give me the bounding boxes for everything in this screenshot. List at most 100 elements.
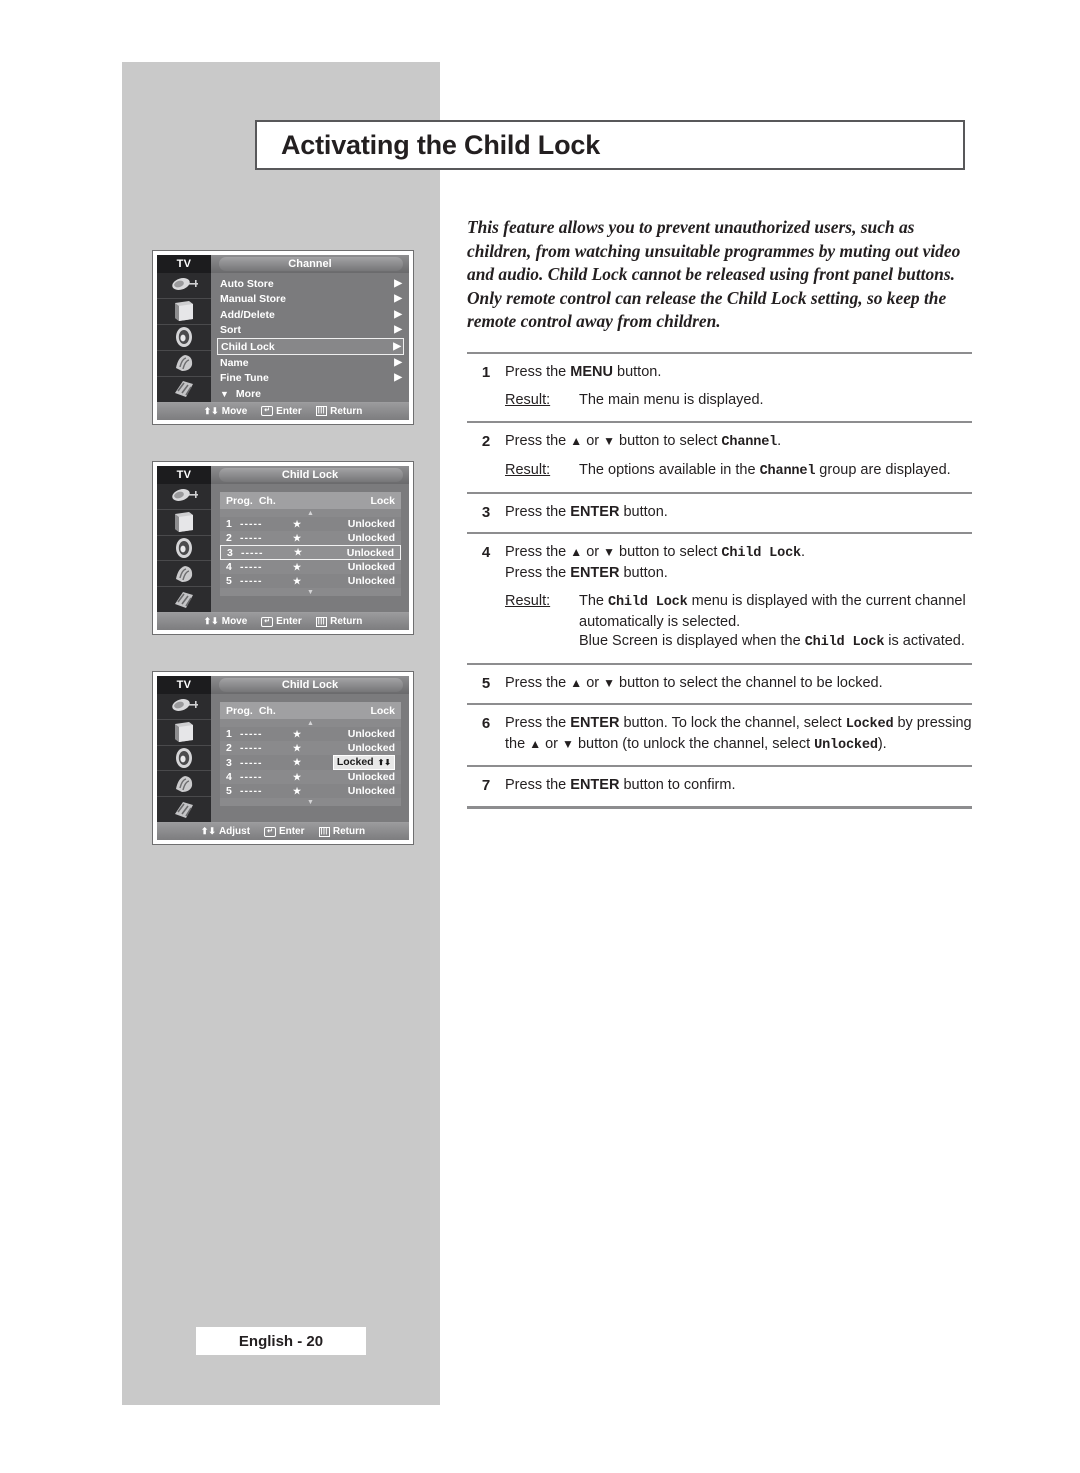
cell-lock: Unlocked [347, 742, 395, 754]
scroll-down-indicator[interactable]: ▼ [220, 588, 401, 596]
star-icon: ★ [293, 547, 303, 557]
cell-ch: ----- [240, 785, 263, 797]
menu-item-add-delete[interactable]: Add/Delete ▶ [217, 307, 404, 323]
lock-value-label: Locked [336, 756, 374, 768]
scroll-down-indicator[interactable]: ▼ [220, 798, 401, 806]
star-icon: ★ [292, 518, 302, 529]
step-line: Press the ENTER button to confirm. [505, 777, 736, 793]
lock-value-chip[interactable]: Locked ⬆⬇ [332, 755, 395, 770]
cell-lock: Unlocked [347, 771, 395, 783]
osd-sidebar [157, 694, 211, 822]
cell-lock: Unlocked [347, 785, 395, 797]
star-icon: ★ [292, 742, 302, 753]
return-key-icon: ||| [315, 406, 328, 416]
osd-body: Prog. Ch. Lock ▲ 1 ----- ★ Unlocked 2 --… [157, 484, 409, 612]
result-text: The Child Lock menu is displayed with th… [579, 593, 966, 650]
menu-item-label: Auto Store [220, 277, 274, 290]
result-label: Result: [505, 462, 551, 478]
menu-item-manual-store[interactable]: Manual Store ▶ [217, 292, 404, 308]
cell-ch: ----- [240, 771, 263, 783]
osd-panel-child-lock-list: TV Child Lock Prog. Ch. Lock ▲ 1 ----- ★… [152, 461, 414, 635]
osd-footer: ⬆⬇ Move ↵ Enter ||| Return [157, 612, 409, 630]
cell-prog: 5 [226, 575, 232, 587]
page-footer-box: English - 20 [196, 1327, 366, 1355]
footer-adjust: ⬆⬇ Adjust [201, 826, 250, 837]
cell-lock: Unlocked [346, 546, 394, 559]
osd-panel-child-lock-locked: TV Child Lock Prog. Ch. Lock ▲ 1 ----- ★… [152, 671, 414, 845]
step-3: 3 Press the ENTER button. [467, 494, 972, 533]
child-lock-table: Prog. Ch. Lock ▲ 1 ----- ★ Unlocked 2 --… [220, 492, 401, 596]
cell-lock: Unlocked [347, 561, 395, 573]
menu-item-fine-tune[interactable]: Fine Tune ▶ [217, 371, 404, 387]
osd-panel-title: Child Lock [281, 469, 339, 481]
cell-prog: 4 [226, 561, 232, 573]
step-2: 2 Press the ▲ or ▼ button to select Chan… [467, 423, 972, 492]
step-number: 1 [481, 363, 491, 381]
result-row: Result: The Child Lock menu is displayed… [505, 592, 972, 653]
osd-footer: ⬆⬇ Adjust ↵ Enter ||| Return [157, 822, 409, 840]
scroll-up-indicator[interactable]: ▲ [220, 509, 401, 517]
step-body: Press the ENTER button. To lock the chan… [505, 714, 972, 755]
table-row[interactable]: 5 ----- ★ Unlocked [220, 784, 401, 798]
table-row[interactable]: 2 ----- ★ Unlocked [220, 741, 401, 755]
table-row[interactable]: 5 ----- ★ Unlocked [220, 574, 401, 588]
cell-ch: ----- [240, 575, 263, 587]
down-arrow-icon: ▼ [562, 736, 574, 751]
osd-panel-channel-menu: TV Channel Auto Store ▶ Manual Store ▶ A… [152, 250, 414, 425]
osd-panel-title: Child Lock [281, 679, 339, 691]
step-line: Press the ▲ or ▼ button to select Child … [505, 544, 806, 561]
table-row[interactable]: 4 ----- ★ Unlocked [220, 770, 401, 784]
cell-lock: Unlocked [347, 728, 395, 740]
enter-key-icon: ↵ [261, 616, 274, 627]
scroll-up-indicator[interactable]: ▲ [220, 719, 401, 727]
osd-title-area: Child Lock [211, 466, 409, 484]
footer-move-label: Move [221, 616, 248, 627]
cell-ch: ----- [240, 756, 263, 769]
divider-bottom [467, 805, 972, 809]
cell-ch: ----- [240, 561, 263, 573]
step-line: Press the ▲ or ▼ button to select the ch… [505, 674, 883, 691]
up-down-arrows-icon: ⬆⬇ [203, 616, 219, 626]
star-icon: ★ [292, 575, 302, 586]
osd-inner: TV Channel Auto Store ▶ Manual Store ▶ A… [157, 255, 409, 420]
menu-item-more[interactable]: ▼ More [217, 386, 404, 402]
down-arrow-icon: ▼ [603, 545, 616, 559]
cell-ch: ----- [240, 518, 263, 530]
chevron-down-icon: ▼ [220, 388, 229, 399]
cell-prog: 1 [226, 728, 232, 740]
feature-icon [157, 351, 211, 377]
result-row: Result: The options available in the Cha… [505, 461, 972, 482]
cell-lock-editor[interactable]: Locked ⬆⬇ [332, 755, 395, 770]
menu-item-name[interactable]: Name ▶ [217, 355, 404, 371]
step-7: 7 Press the ENTER button to confirm. [467, 767, 972, 806]
step-body: Press the ▲ or ▼ button to select the ch… [505, 674, 972, 694]
cell-lock: Unlocked [347, 532, 395, 544]
menu-item-sort[interactable]: Sort ▶ [217, 323, 404, 339]
menu-item-auto-store[interactable]: Auto Store ▶ [217, 276, 404, 292]
setup-icon [157, 797, 211, 822]
osd-sidebar [157, 273, 211, 402]
footer-return-label: Return [330, 616, 363, 627]
menu-item-label: Child Lock [221, 340, 275, 353]
footer-enter-label: Enter [278, 826, 305, 837]
table-row[interactable]: 1 ----- ★ Unlocked [220, 517, 401, 531]
instructions-column: This feature allows you to prevent unaut… [467, 216, 972, 809]
cell-prog: 3 [227, 546, 233, 559]
star-icon: ★ [292, 561, 302, 572]
table-row-selected[interactable]: 3 ----- ★ Unlocked [220, 545, 401, 560]
menu-item-child-lock[interactable]: Child Lock ▶ [217, 338, 404, 355]
table-row[interactable]: 4 ----- ★ Unlocked [220, 560, 401, 574]
down-arrow-icon: ▼ [603, 433, 616, 448]
step-body: Press the ENTER button to confirm. [505, 776, 972, 796]
child-lock-table: Prog. Ch. Lock ▲ 1 ----- ★ Unlocked 2 --… [220, 702, 401, 806]
table-row[interactable]: 2 ----- ★ Unlocked [220, 531, 401, 545]
step-line: Press the ENTER button. [505, 564, 668, 581]
speaker-icon [157, 536, 211, 562]
footer-enter: ↵ Enter [261, 406, 302, 417]
table-row[interactable]: 1 ----- ★ Unlocked [220, 727, 401, 741]
chevron-right-icon: ▶ [394, 308, 402, 320]
menu-item-label: Add/Delete [220, 308, 275, 321]
table-row-selected[interactable]: 3 ----- ★ Locked ⬆⬇ [220, 755, 401, 770]
column-header-lock: Lock [370, 494, 395, 507]
osd-tv-label: TV [157, 255, 211, 273]
